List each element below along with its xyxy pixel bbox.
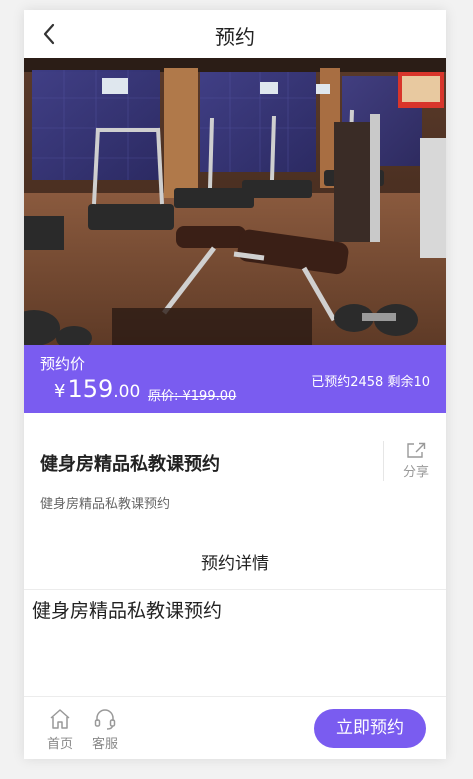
book-now-button[interactable]: 立即预约	[314, 709, 426, 748]
booking-stats: 已预约2458 剩余10	[311, 375, 430, 390]
product-description: 健身房精品私教课预约	[40, 497, 171, 512]
customer-service-nav[interactable]: 客服	[85, 707, 125, 752]
page-title: 预约	[215, 25, 255, 49]
product-name: 健身房精品私教课预约	[40, 454, 220, 475]
vertical-divider	[383, 441, 384, 481]
header-bar: 预约	[24, 10, 446, 58]
home-label: 首页	[46, 737, 73, 752]
share-button[interactable]: 分享	[396, 441, 436, 480]
price-bar: 预约价 ¥159.00 原价: ¥199.00 已预约2458 剩余10	[24, 345, 446, 413]
hero-image	[24, 58, 446, 345]
home-nav[interactable]: 首页	[40, 707, 80, 752]
booking-price: ¥159.00	[54, 375, 140, 403]
bottom-bar: 首页 客服 立即预约	[24, 696, 446, 759]
gym-photo	[24, 58, 446, 345]
price-decimal: .00	[113, 382, 141, 402]
headset-icon	[94, 709, 116, 730]
section-divider	[24, 589, 446, 590]
detail-content: 健身房精品私教课预约	[32, 600, 223, 622]
price-integer: 159	[67, 375, 114, 403]
service-label: 客服	[91, 737, 118, 752]
currency-symbol: ¥	[54, 381, 66, 402]
app-screen: 预约 预约价 ¥159.00 原价: ¥199.00 已预约2458 剩余10 …	[24, 10, 446, 759]
product-info: 健身房精品私教课预约 分享 健身房精品私教课预约	[24, 413, 446, 523]
share-icon	[407, 442, 426, 458]
original-price: 原价: ¥199.00	[148, 389, 237, 404]
share-label: 分享	[402, 465, 429, 480]
detail-section-title: 预约详情	[201, 554, 269, 574]
price-tag: 预约价	[40, 355, 86, 373]
home-icon	[50, 709, 70, 729]
